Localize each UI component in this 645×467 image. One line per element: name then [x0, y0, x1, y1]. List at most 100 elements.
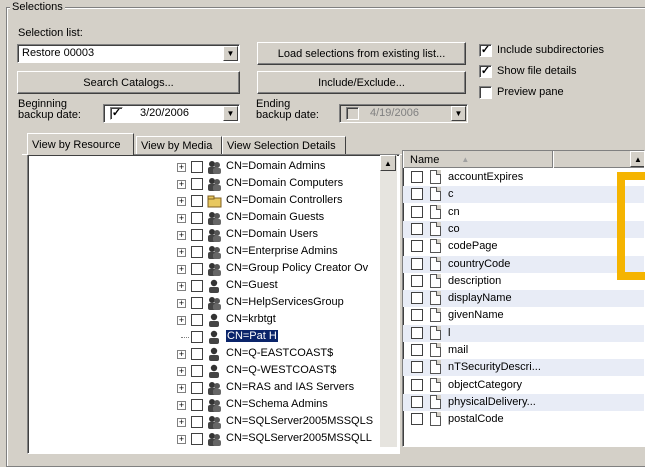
- list-item-checkbox[interactable]: [411, 326, 423, 339]
- scroll-up-icon[interactable]: ▲: [630, 151, 644, 167]
- list-item-checkbox[interactable]: [411, 309, 423, 322]
- chevron-down-icon[interactable]: ▼: [451, 106, 466, 121]
- show-file-details-checkbox[interactable]: ✓: [479, 65, 492, 78]
- expand-icon[interactable]: +: [177, 418, 186, 427]
- tree-item[interactable]: + CN=SQLServer2005MSSQLS: [27, 414, 387, 431]
- tab-view-by-resource[interactable]: View by Resource: [27, 133, 134, 155]
- beginning-date-picker[interactable]: ✓ 3/20/2006 ▼: [103, 104, 240, 123]
- tree-item[interactable]: + CN=RAS and IAS Servers: [27, 380, 387, 397]
- expand-icon[interactable]: +: [177, 214, 186, 223]
- list-item[interactable]: physicalDelivery...: [403, 393, 644, 411]
- tree-item-checkbox[interactable]: [191, 348, 203, 360]
- list-item-checkbox[interactable]: [411, 222, 423, 235]
- search-catalogs-button[interactable]: Search Catalogs...: [17, 71, 240, 94]
- list-item-checkbox[interactable]: [411, 171, 423, 183]
- list-item[interactable]: cn: [403, 204, 644, 221]
- list-item-checkbox[interactable]: [411, 257, 423, 270]
- list-item-checkbox[interactable]: [411, 395, 423, 408]
- expand-icon[interactable]: +: [177, 231, 186, 240]
- expand-icon[interactable]: +: [177, 282, 186, 291]
- tree-item-checkbox[interactable]: [191, 399, 203, 411]
- list-item[interactable]: codePage: [403, 238, 644, 255]
- list-item[interactable]: objectCategory: [403, 377, 644, 394]
- tree-item[interactable]: + CN=krbtgt: [27, 312, 387, 329]
- list-item-checkbox[interactable]: [411, 344, 423, 356]
- list-item-checkbox[interactable]: [411, 361, 423, 374]
- tree-item[interactable]: + CN=Schema Admins: [27, 397, 387, 414]
- tree-item-checkbox[interactable]: [191, 263, 203, 275]
- chevron-down-icon[interactable]: ▼: [223, 46, 238, 61]
- ending-date-checkbox[interactable]: [346, 107, 359, 120]
- tree-item-checkbox[interactable]: [191, 314, 203, 326]
- tree-item[interactable]: + CN=Domain Users: [27, 227, 387, 244]
- tree-item-checkbox[interactable]: [191, 382, 203, 394]
- expand-icon[interactable]: +: [177, 435, 186, 444]
- expand-icon[interactable]: +: [177, 384, 186, 393]
- expand-icon[interactable]: +: [177, 367, 186, 376]
- tree-item-checkbox[interactable]: [191, 178, 203, 190]
- list-item[interactable]: countryCode: [403, 255, 644, 273]
- expand-icon[interactable]: +: [177, 401, 186, 410]
- tree-item-checkbox[interactable]: [191, 246, 203, 258]
- tree-item-checkbox[interactable]: [191, 416, 203, 428]
- tree-item-checkbox[interactable]: [191, 433, 203, 445]
- expand-icon[interactable]: +: [177, 180, 186, 189]
- tree-item[interactable]: + CN=SQLServer2005MSSQLL: [27, 431, 387, 448]
- tree-item-checkbox[interactable]: [191, 280, 203, 292]
- list-item-checkbox[interactable]: [411, 240, 423, 253]
- list-item-checkbox[interactable]: [411, 188, 423, 201]
- list-item-checkbox[interactable]: [411, 378, 423, 391]
- expand-icon[interactable]: +: [177, 248, 186, 257]
- tree-item[interactable]: + CN=Domain Guests: [27, 210, 387, 227]
- tree-item[interactable]: + CN=Domain Computers: [27, 176, 387, 193]
- attribute-list[interactable]: Name ▲ accountExpires c cn co codePage countr…: [402, 150, 645, 447]
- tree-item-checkbox[interactable]: [191, 331, 203, 343]
- expand-icon[interactable]: +: [177, 265, 186, 274]
- tree-item-checkbox[interactable]: [191, 161, 203, 173]
- expand-icon[interactable]: +: [177, 316, 186, 325]
- tree-item[interactable]: + CN=Q-WESTCOAST$: [27, 363, 387, 380]
- chevron-down-icon[interactable]: ▼: [223, 106, 238, 121]
- list-item[interactable]: mail: [403, 342, 644, 359]
- expand-icon[interactable]: +: [177, 163, 186, 172]
- list-item[interactable]: accountExpires: [403, 169, 644, 186]
- expand-icon[interactable]: +: [177, 299, 186, 308]
- tree-item-checkbox[interactable]: [191, 365, 203, 377]
- list-item-checkbox[interactable]: [411, 292, 423, 305]
- ending-date-picker[interactable]: 4/19/2006 ▼: [339, 104, 468, 123]
- tree-item-checkbox[interactable]: [191, 212, 203, 224]
- include-exclude-button[interactable]: Include/Exclude...: [257, 71, 466, 94]
- tree-item[interactable]: + CN=Q-EASTCOAST$: [27, 346, 387, 363]
- beginning-date-checkbox[interactable]: ✓: [110, 107, 123, 120]
- selection-list-dropdown[interactable]: Restore 00003 ▼: [17, 44, 240, 63]
- tree-item[interactable]: + CN=Group Policy Creator Ov: [27, 261, 387, 278]
- tree-item[interactable]: + CN=Domain Controllers: [27, 193, 387, 210]
- expand-icon[interactable]: +: [177, 350, 186, 359]
- list-item-checkbox[interactable]: [411, 205, 423, 218]
- list-item[interactable]: c: [403, 186, 644, 204]
- tree-item[interactable]: + CN=Domain Admins: [27, 159, 387, 176]
- tree-item-checkbox[interactable]: [191, 297, 203, 309]
- list-item-checkbox[interactable]: [411, 413, 423, 426]
- tree-item[interactable]: + CN=HelpServicesGroup: [27, 295, 387, 312]
- tree-item[interactable]: + CN=Enterprise Admins: [27, 244, 387, 261]
- tree-item[interactable]: + CN=Guest: [27, 278, 387, 295]
- tree-item-checkbox[interactable]: [191, 195, 203, 207]
- list-item[interactable]: description: [403, 273, 644, 290]
- tree-item-checkbox[interactable]: [191, 229, 203, 241]
- list-item-checkbox[interactable]: [411, 274, 423, 287]
- load-selections-button[interactable]: Load selections from existing list...: [257, 42, 466, 65]
- expand-icon[interactable]: +: [177, 197, 186, 206]
- list-item[interactable]: displayName: [403, 290, 644, 308]
- include-subdirectories-checkbox[interactable]: ✓: [479, 44, 492, 57]
- scroll-up-icon[interactable]: ▲: [380, 155, 396, 171]
- preview-pane-checkbox[interactable]: [479, 86, 492, 99]
- name-column-header[interactable]: Name ▲: [403, 151, 553, 168]
- list-item[interactable]: nTSecurityDescri...: [403, 359, 644, 377]
- list-item[interactable]: postalCode: [403, 411, 644, 428]
- tree-scrollbar[interactable]: ▲: [380, 155, 397, 447]
- list-item[interactable]: givenName: [403, 307, 644, 324]
- tree-item[interactable]: CN=Pat H: [27, 329, 387, 346]
- list-item[interactable]: l: [403, 324, 644, 342]
- list-item[interactable]: co: [403, 220, 644, 238]
